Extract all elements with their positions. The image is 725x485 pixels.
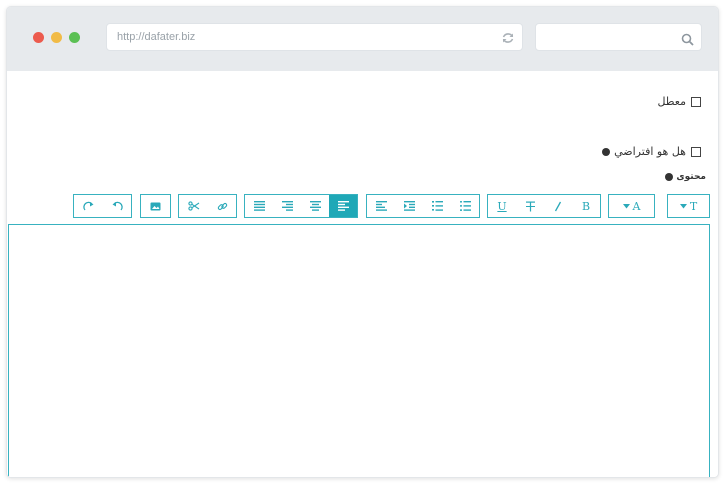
strikethrough-icon [525,201,535,211]
italic-icon [554,201,562,211]
scissors-icon [187,201,199,211]
link-button[interactable] [208,195,236,217]
align-left-icon [337,201,349,211]
format-group: U B [487,194,601,218]
underline-icon: U [497,199,507,213]
align-left-button-active[interactable] [329,195,357,217]
close-window-dot[interactable] [33,32,44,43]
font-size-icon: A [632,199,641,213]
page-content: معطل هل هو افتراضي محتوى U B A T [7,71,718,477]
browser-chrome: http://dafater.biz [7,7,718,71]
text-style-icon: T [689,199,698,213]
content-field-label: محتوى [665,172,706,182]
align-right-icon [281,201,293,211]
default-option[interactable]: هل هو افتراضي [602,145,701,158]
link-group [178,194,237,218]
redo-icon [82,201,93,211]
list-group [366,194,480,218]
unlink-button[interactable] [179,195,208,217]
link-icon [217,202,227,210]
outdent-icon [375,201,387,211]
alignment-group [244,194,358,218]
outdent-button[interactable] [367,195,395,217]
align-center-button[interactable] [301,195,329,217]
info-icon[interactable] [665,173,674,181]
font-size-group: A [608,194,655,218]
disabled-checkbox-label: معطل [657,95,686,108]
align-right-button[interactable] [273,195,301,217]
editor-toolbar: U B A T [7,194,718,220]
history-group [73,194,132,218]
redo-button[interactable] [74,195,103,217]
content-editor[interactable] [8,224,710,477]
image-icon [150,202,161,210]
bullet-list-button[interactable] [451,195,479,217]
ordered-list-icon [431,201,443,211]
bold-icon: B [581,199,591,213]
disabled-checkbox[interactable] [691,96,701,107]
url-text: http://dafater.biz [117,31,196,43]
bold-button[interactable]: B [572,195,600,217]
bullet-list-icon [459,201,471,211]
underline-button[interactable]: U [488,195,516,217]
ordered-list-button[interactable] [423,195,451,217]
caret-down-icon [679,203,687,208]
browser-window: http://dafater.biz معطل هل هو افتراضي مح… [6,6,719,478]
search-icon[interactable] [681,31,694,46]
align-center-icon [309,201,321,211]
address-bar[interactable]: http://dafater.biz [106,23,523,51]
maximize-window-dot[interactable] [69,32,80,43]
minimize-window-dot[interactable] [51,32,62,43]
insert-image-button[interactable] [141,195,170,217]
refresh-icon[interactable] [501,30,515,44]
info-icon[interactable] [602,147,611,156]
undo-button[interactable] [103,195,131,217]
content-label-text: محتوى [676,172,706,182]
indent-button[interactable] [395,195,423,217]
default-checkbox[interactable] [691,146,701,157]
align-justify-icon [253,201,265,211]
text-style-dropdown[interactable]: T [668,195,709,217]
indent-icon [403,201,415,211]
align-justify-button[interactable] [245,195,273,217]
disabled-option[interactable]: معطل [657,95,701,108]
default-checkbox-label: هل هو افتراضي [614,145,686,158]
search-input[interactable] [535,23,702,51]
media-group [140,194,171,218]
text-style-group: T [667,194,710,218]
italic-button[interactable] [544,195,572,217]
undo-icon [112,201,123,211]
font-size-dropdown[interactable]: A [609,195,654,217]
caret-down-icon [622,203,630,208]
strikethrough-button[interactable] [516,195,544,217]
